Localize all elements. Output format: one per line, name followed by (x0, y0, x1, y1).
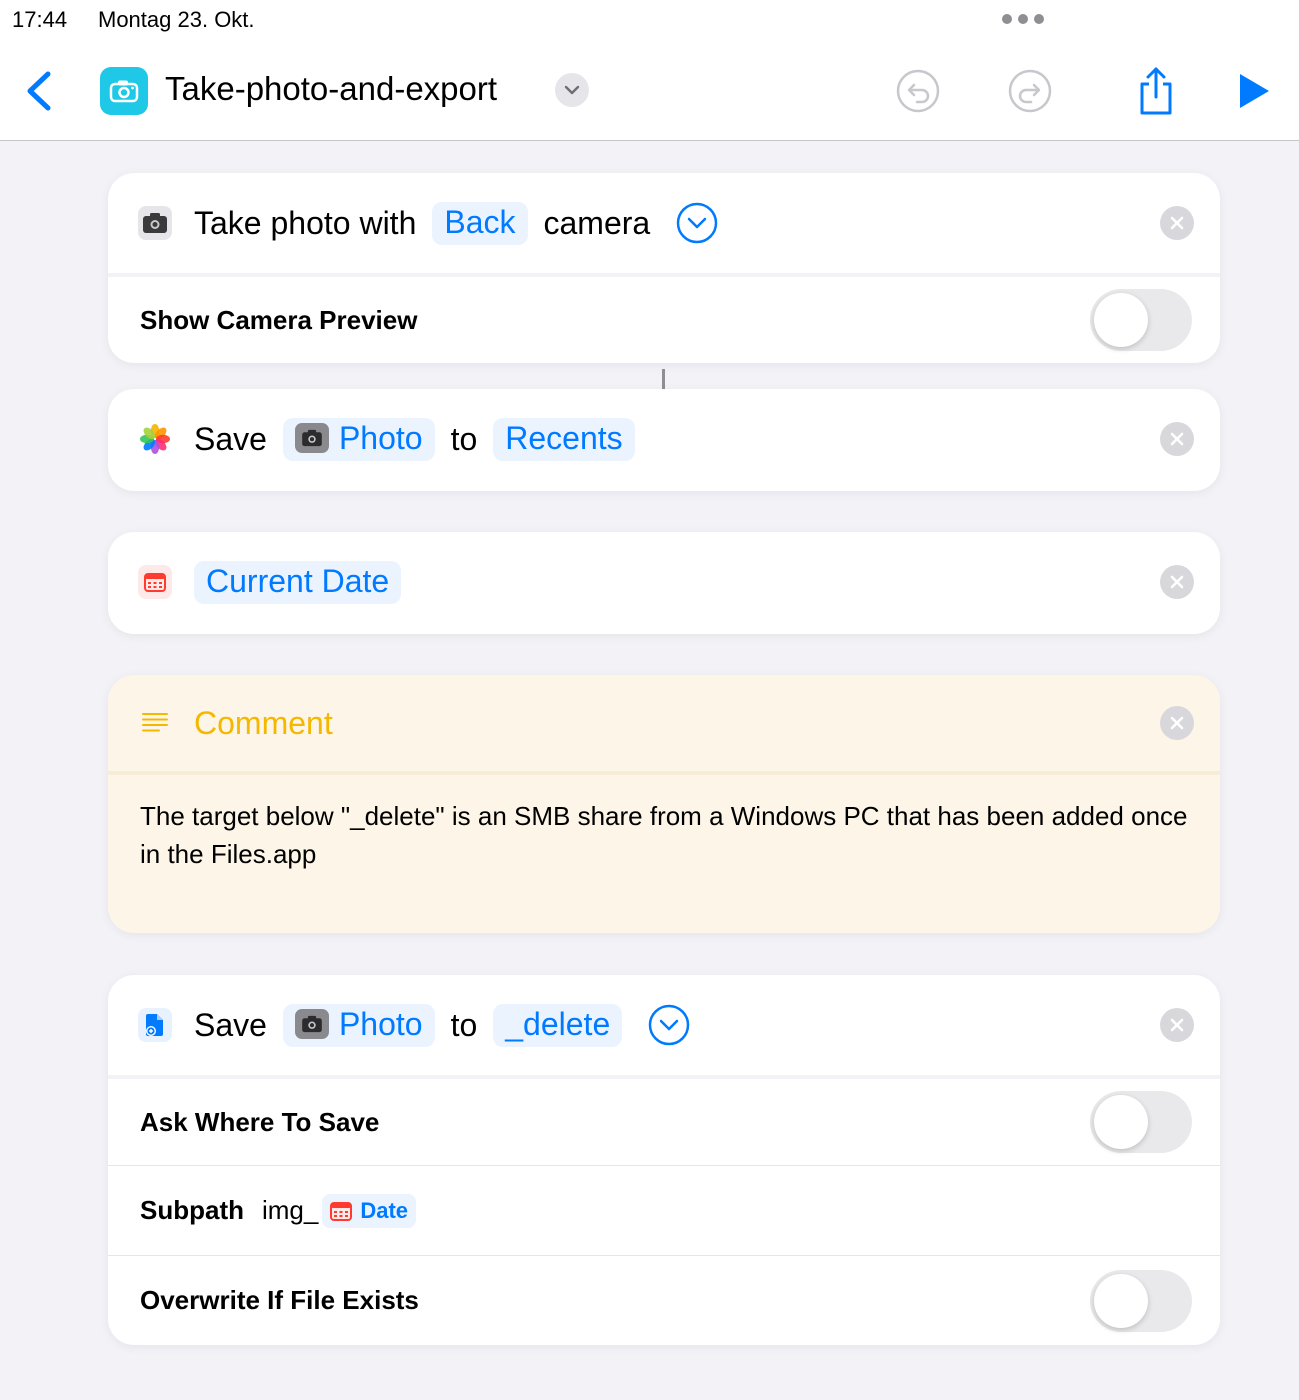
take-photo-text: Take photo with (194, 204, 417, 241)
photo-variable-label: Photo (338, 1005, 423, 1042)
show-camera-preview-label: Show Camera Preview (140, 304, 418, 335)
remove-action-button[interactable] (1160, 206, 1194, 240)
subpath-row: Subpath img_ Date (108, 1165, 1220, 1255)
files-icon (138, 1008, 172, 1042)
comment-action[interactable]: Comment The target below "_delete" is an… (108, 675, 1220, 933)
destination-parameter[interactable]: _delete (493, 1003, 623, 1047)
close-icon (1170, 216, 1184, 230)
remove-action-button[interactable] (1160, 422, 1194, 456)
shortcut-title[interactable]: Take-photo-and-export (165, 70, 497, 108)
comment-lines-icon (138, 706, 172, 740)
redo-button[interactable] (1006, 67, 1054, 115)
show-camera-preview-row: Show Camera Preview (108, 273, 1220, 363)
shortcut-icon[interactable] (100, 67, 148, 115)
overwrite-toggle[interactable] (1090, 1269, 1192, 1332)
overwrite-row: Overwrite If File Exists (108, 1255, 1220, 1345)
remove-action-button[interactable] (1160, 1008, 1194, 1042)
undo-button[interactable] (894, 67, 942, 115)
ask-where-to-save-label: Ask Where To Save (140, 1106, 380, 1137)
photos-app-icon (138, 422, 172, 456)
subpath-prefix[interactable]: img_ (262, 1195, 318, 1226)
close-icon (1170, 716, 1184, 730)
save-file-header: Save Photo to _delete (108, 975, 1220, 1075)
save-to-photos-action[interactable]: Save Photo to Recents (108, 389, 1220, 491)
redo-icon (1008, 69, 1052, 113)
photo-variable-label: Photo (338, 419, 423, 456)
close-icon (1170, 575, 1184, 589)
back-button[interactable] (22, 70, 56, 112)
save-verb: Save (194, 1006, 267, 1043)
remove-action-button[interactable] (1160, 565, 1194, 599)
save-to-photos-header: Save Photo to Recents (108, 389, 1220, 489)
to-text: to (450, 1006, 478, 1043)
play-icon (1240, 74, 1269, 108)
status-time: 17:44 (12, 7, 68, 32)
close-icon (1170, 432, 1184, 446)
expand-chevron-icon[interactable] (676, 202, 718, 244)
ask-where-to-save-row: Ask Where To Save (108, 1075, 1220, 1165)
undo-icon (896, 69, 940, 113)
show-camera-preview-toggle[interactable] (1090, 289, 1192, 351)
run-button[interactable] (1230, 67, 1278, 115)
photo-variable[interactable]: Photo (282, 1003, 435, 1047)
share-icon (1140, 67, 1172, 115)
date-variable[interactable]: Date (322, 1193, 417, 1228)
to-text: to (450, 420, 478, 457)
date-variable-label: Date (360, 1197, 409, 1223)
camera-icon (109, 80, 139, 103)
ask-where-to-save-toggle[interactable] (1090, 1091, 1192, 1153)
current-date-header: Current Date (108, 532, 1220, 632)
save-verb: Save (194, 420, 267, 457)
action-connector (662, 369, 665, 389)
camera-icon (294, 1009, 329, 1039)
comment-header: Comment (108, 675, 1220, 775)
expand-chevron-icon[interactable] (648, 1004, 690, 1046)
multitasking-dots-icon[interactable] (1002, 14, 1044, 24)
current-date-parameter[interactable]: Current Date (194, 560, 402, 604)
title-menu-button[interactable] (555, 73, 589, 107)
status-bar: 17:44 Montag 23. Okt. (0, 0, 1299, 40)
calendar-icon (330, 1201, 353, 1221)
subpath-label: Subpath (140, 1195, 244, 1225)
current-date-action[interactable]: Current Date (108, 532, 1220, 634)
chevron-down-icon (564, 85, 580, 95)
share-button[interactable] (1132, 67, 1180, 115)
take-photo-header: Take photo with Back camera (108, 173, 1220, 273)
take-photo-action[interactable]: Take photo with Back camera Show Camera … (108, 173, 1220, 363)
album-parameter[interactable]: Recents (493, 417, 635, 461)
overwrite-label: Overwrite If File Exists (140, 1285, 419, 1315)
photo-variable[interactable]: Photo (282, 417, 435, 461)
camera-icon (138, 206, 172, 240)
navigation-bar: Take-photo-and-export (0, 40, 1299, 141)
comment-title: Comment (194, 704, 333, 741)
camera-icon (294, 423, 329, 453)
calendar-icon (138, 565, 172, 599)
comment-text[interactable]: The target below "_delete" is an SMB sha… (108, 775, 1220, 873)
camera-parameter[interactable]: Back (432, 201, 528, 245)
status-date: Montag 23. Okt. (98, 7, 255, 32)
save-file-action[interactable]: Save Photo to _delete Ask Where To Save … (108, 975, 1220, 1345)
remove-action-button[interactable] (1160, 706, 1194, 740)
chevron-left-icon (27, 71, 51, 111)
camera-text: camera (543, 204, 651, 241)
close-icon (1170, 1018, 1184, 1032)
